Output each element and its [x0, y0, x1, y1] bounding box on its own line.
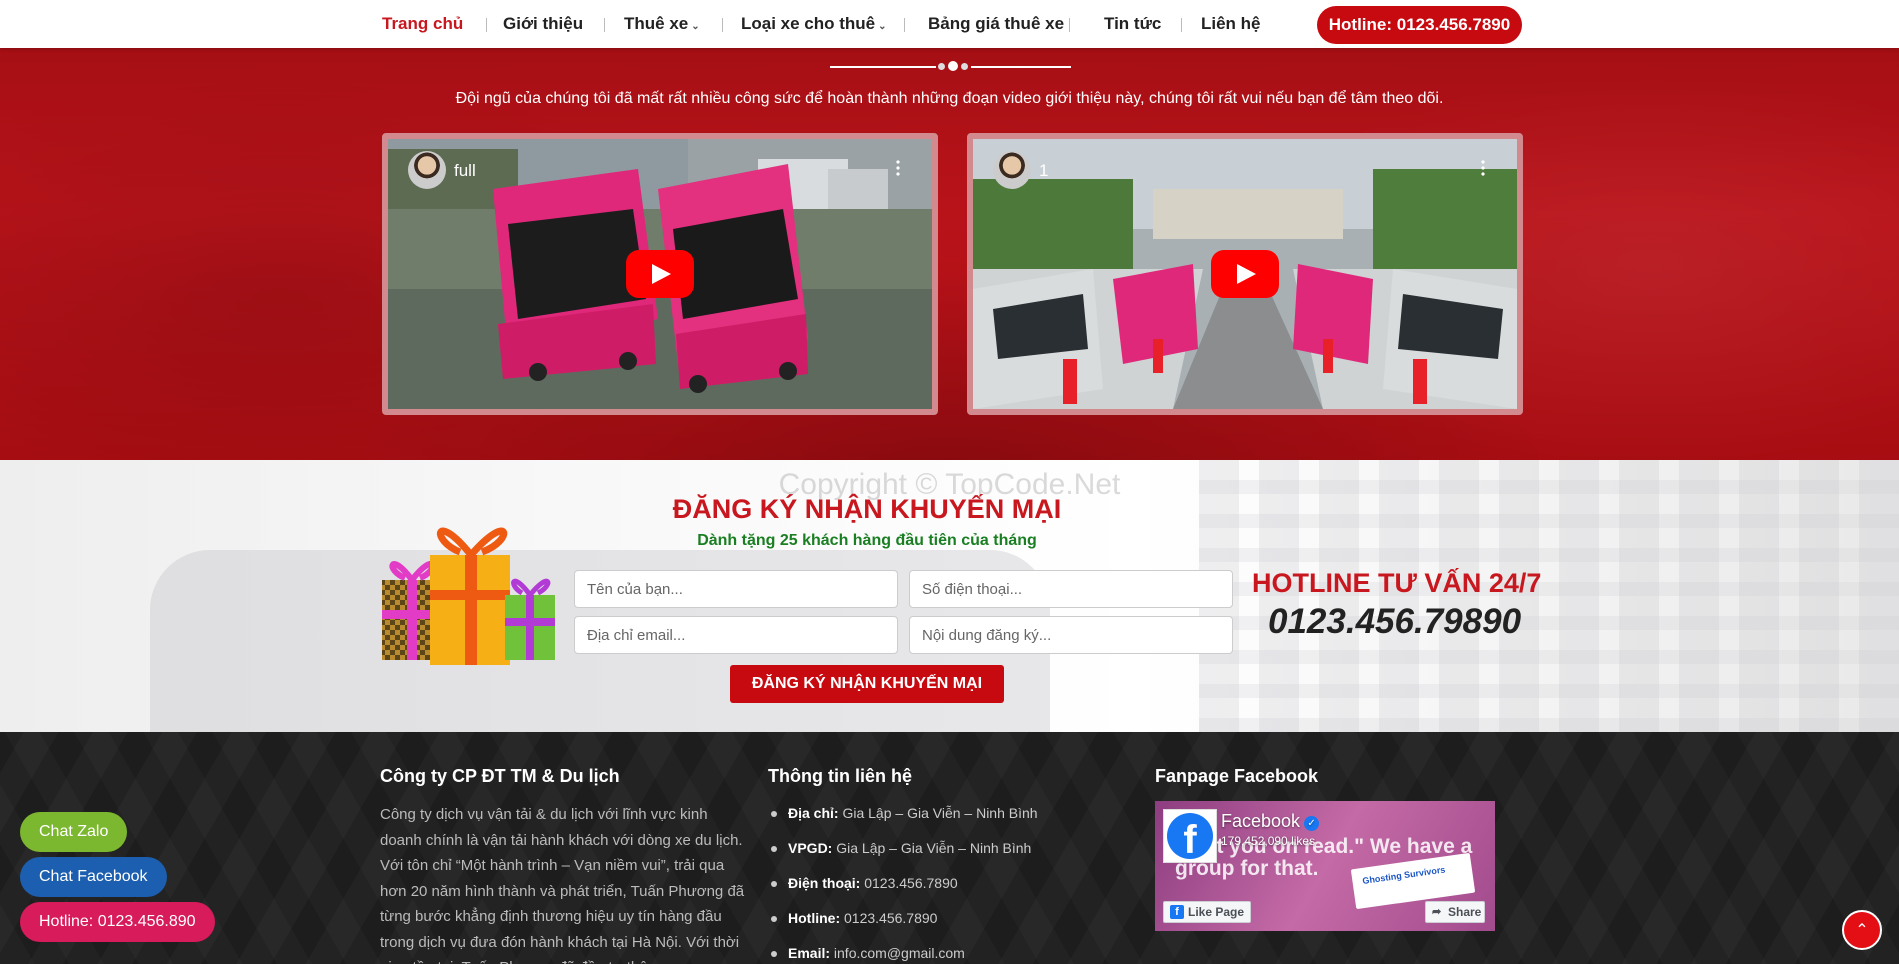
chevron-up-icon: ⌃	[1855, 922, 1869, 939]
promo-subtitle: Dành tặng 25 khách hàng đầu tiên của thá…	[697, 532, 1037, 549]
divider-dot	[961, 63, 968, 70]
channel-avatar[interactable]	[408, 151, 446, 189]
section-background	[0, 48, 1899, 460]
video-title[interactable]: full	[454, 161, 476, 181]
nav-item-home[interactable]: Trang chủ	[382, 14, 463, 34]
scroll-to-top-button[interactable]: ⌃	[1842, 910, 1882, 950]
company-description: Công ty dịch vụ vận tải & du lịch với lĩ…	[380, 806, 745, 964]
share-button[interactable]: Share	[1425, 901, 1485, 923]
video-title[interactable]: 1	[1039, 161, 1048, 181]
contact-heading: Thông tin liên hệ	[768, 766, 912, 786]
name-input[interactable]	[574, 570, 898, 608]
divider-line	[971, 66, 1071, 68]
hotline-title: HOTLINE TƯ VẤN 24/7	[1252, 568, 1542, 598]
section-subtitle: Đội ngũ của chúng tôi đã mất rất nhiều c…	[455, 90, 1444, 107]
chat-facebook-button[interactable]: Chat Facebook	[20, 857, 167, 897]
chevron-down-icon: ⌄	[691, 21, 700, 32]
content-input[interactable]	[909, 616, 1233, 654]
promo-submit-button[interactable]: ĐĂNG KÝ NHẬN KHUYẾN MẠI	[730, 665, 1004, 703]
contact-value: Gia Lập – Gia Viễn – Ninh Bình	[836, 840, 1032, 856]
contact-value[interactable]: info.com@gmail.com	[834, 945, 965, 961]
nav-item-about[interactable]: Giới thiệu	[503, 14, 583, 34]
video-section: Đội ngũ của chúng tôi đã mất rất nhiều c…	[0, 48, 1899, 460]
hotline-number[interactable]: 0123.456.79890	[1268, 602, 1521, 642]
nav-separator	[486, 18, 487, 32]
contact-label: Địa chỉ:	[788, 805, 839, 821]
chevron-down-icon: ⌄	[878, 21, 887, 32]
video-player[interactable]: 1	[967, 133, 1523, 415]
nav-item-pricing[interactable]: Bảng giá thuê xe	[928, 14, 1064, 34]
contact-value[interactable]: 0123.456.7890	[844, 910, 937, 926]
divider-line	[830, 66, 936, 68]
nav-item-contact[interactable]: Liên hệ	[1201, 14, 1261, 34]
fanpage-heading: Fanpage Facebook	[1155, 766, 1319, 786]
nav-item-news[interactable]: Tin tức	[1104, 14, 1161, 34]
fb-page-name[interactable]: Facebook ✓	[1221, 811, 1320, 832]
nav-item-rent-label: Thuê xe	[624, 14, 689, 33]
promo-title: ĐĂNG KÝ NHẬN KHUYẾN MẠI	[672, 494, 1062, 524]
company-heading: Công ty CP ĐT TM & Du lịch	[380, 766, 620, 786]
fb-page-name-text: Facebook	[1221, 811, 1301, 831]
nav-separator	[1069, 18, 1070, 32]
contact-list: Địa chỉ: Gia Lập – Gia Viễn – Ninh Bình …	[768, 802, 1098, 964]
contact-label: Hotline:	[788, 910, 841, 926]
nav-item-rent[interactable]: Thuê xe ⌄	[624, 14, 700, 34]
verified-badge-icon: ✓	[1304, 816, 1320, 831]
contact-value[interactable]: 0123.456.7890	[864, 875, 957, 891]
contact-phone: Điện thoại: 0123.456.7890	[768, 872, 1098, 895]
more-options-icon[interactable]	[896, 159, 900, 177]
contact-label: VPGD:	[788, 840, 833, 856]
channel-avatar[interactable]	[993, 151, 1031, 189]
contact-address: Địa chỉ: Gia Lập – Gia Viễn – Ninh Bình	[768, 802, 1098, 825]
email-input[interactable]	[574, 616, 898, 654]
play-icon[interactable]	[1211, 250, 1279, 298]
floating-hotline-button[interactable]: Hotline: 0123.456.890	[20, 902, 215, 942]
gift-boxes-icon	[382, 527, 555, 665]
facebook-page-plugin[interactable]: "Left you on read." We have a group for …	[1155, 801, 1495, 931]
facebook-logo-icon[interactable]: f	[1163, 809, 1217, 863]
contact-value: Gia Lập – Gia Viễn – Ninh Bình	[842, 805, 1038, 821]
contact-hotline: Hotline: 0123.456.7890	[768, 907, 1098, 930]
nav-separator	[722, 18, 723, 32]
like-page-button[interactable]: Like Page	[1163, 901, 1251, 923]
fb-likes-count: 179,452,090 likes	[1221, 834, 1316, 848]
contact-label: Điện thoại:	[788, 875, 861, 891]
hotline-button[interactable]: Hotline: 0123.456.7890	[1317, 6, 1522, 44]
nav-item-vehicle-types[interactable]: Loại xe cho thuê ⌄	[741, 14, 887, 34]
top-navigation: Trang chủ Giới thiệu Thuê xe ⌄ Loại xe ch…	[0, 0, 1899, 48]
play-icon[interactable]	[626, 250, 694, 298]
video-player[interactable]: full	[382, 133, 938, 415]
divider-dot	[948, 61, 958, 71]
contact-label: Email:	[788, 945, 831, 961]
nav-item-vehicle-types-label: Loại xe cho thuê	[741, 14, 876, 33]
nav-separator	[1181, 18, 1182, 32]
more-options-icon[interactable]	[1481, 159, 1485, 177]
contact-email: Email: info.com@gmail.com	[768, 942, 1098, 964]
footer: Công ty CP ĐT TM & Du lịch Công ty dịch …	[0, 732, 1899, 964]
chat-zalo-button[interactable]: Chat Zalo	[20, 812, 128, 852]
promo-section: Copyright © TopCode.Net ĐĂNG KÝ NHẬN KHU…	[0, 460, 1899, 732]
phone-input[interactable]	[909, 570, 1233, 608]
contact-office: VPGD: Gia Lập – Gia Viễn – Ninh Bình	[768, 837, 1098, 860]
nav-separator	[904, 18, 905, 32]
divider-dot	[938, 63, 945, 70]
fb-card-text: Ghosting Survivors	[1361, 864, 1446, 886]
nav-separator	[604, 18, 605, 32]
